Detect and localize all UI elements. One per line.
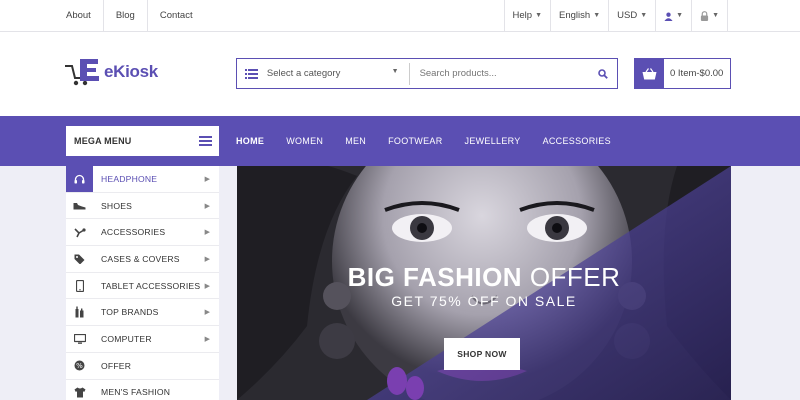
nav-men[interactable]: MEN (345, 136, 366, 146)
banner-title-light: OFFER (529, 262, 621, 292)
hero-banner: BIG FASHION OFFER GET 75% OFF ON SALE SH… (237, 166, 731, 400)
account-dropdown[interactable]: ▼ (656, 0, 693, 32)
sidebar-item-shoes[interactable]: SHOES ▶ (66, 193, 219, 220)
sidebar-item-label: TABLET ACCESSORIES (101, 280, 201, 291)
sidebar-item-label: OFFER (101, 360, 132, 371)
banner-title-bold: BIG FASHION (347, 262, 523, 292)
shirt-icon (66, 379, 93, 400)
svg-text:%: % (76, 362, 83, 370)
chevron-right-icon: ▶ (204, 282, 210, 290)
hamburger-icon (199, 136, 212, 146)
chevron-down-icon: ▼ (676, 12, 684, 19)
currency-dropdown[interactable]: USD ▼ (609, 0, 657, 32)
sidebar-item-label: CASES & COVERS (101, 253, 180, 264)
sidebar-item-label: TOP BRANDS (101, 307, 159, 318)
list-icon (237, 68, 267, 79)
contact-link[interactable]: Contact (148, 0, 205, 32)
cart-button[interactable]: 0 Item-$0.00 (634, 58, 731, 89)
sidebar-item-tablet-accessories[interactable]: TABLET ACCESSORIES ▶ (66, 273, 219, 300)
top-links: About Blog Contact (54, 0, 205, 32)
sidebar-item-accessories[interactable]: ACCESSORIES ▶ (66, 219, 219, 247)
main-nav: MEGA MENU HOME WOMEN MEN FOOTWEAR JEWELL… (0, 116, 800, 166)
bottles-icon (66, 299, 93, 326)
top-bar: About Blog Contact Help ▼ English ▼ USD … (0, 0, 800, 32)
category-sidebar: HEADPHONE ▶ SHOES ▶ ACCESSORIES ▶ CASES … (66, 165, 219, 400)
logo[interactable]: eKiosk (64, 57, 158, 87)
chevron-right-icon: ▶ (204, 202, 210, 210)
nav-jewellery[interactable]: JEWELLERY (465, 136, 521, 146)
logo-text: eKiosk (104, 62, 158, 81)
chevron-down-icon: ▼ (640, 12, 648, 19)
nav-home[interactable]: HOME (236, 136, 264, 146)
shoe-icon (66, 192, 93, 219)
sidebar-item-label: ACCESSORIES (101, 227, 166, 238)
chevron-right-icon: ▶ (204, 255, 210, 263)
cart-summary: 0 Item-$0.00 (670, 68, 724, 79)
sidebar-item-computer[interactable]: COMPUTER ▶ (66, 326, 219, 353)
mega-menu-label: MEGA MENU (74, 136, 132, 146)
category-select[interactable]: Select a category ▼ (267, 68, 409, 79)
banner-subtitle: GET 75% OFF ON SALE (391, 293, 577, 309)
sidebar-item-label: SHOES (101, 200, 133, 211)
accessories-icon (66, 219, 93, 246)
lock-icon (700, 11, 709, 21)
chevron-right-icon: ▶ (204, 175, 210, 183)
user-icon (664, 12, 673, 21)
search-icon (598, 68, 608, 79)
chevron-down-icon: ▼ (712, 12, 719, 19)
sidebar-item-offer[interactable]: % OFFER (66, 353, 219, 380)
currency-label: USD (617, 10, 638, 21)
search-bar: Select a category ▼ (236, 58, 618, 89)
top-dropdowns: Help ▼ English ▼ USD ▼ ▼ ▼ (503, 0, 728, 32)
nav-links: HOME WOMEN MEN FOOTWEAR JEWELLERY ACCESS… (236, 116, 633, 166)
tablet-icon (66, 272, 93, 299)
sidebar-item-cases-covers[interactable]: CASES & COVERS ▶ (66, 246, 219, 273)
chevron-down-icon: ▼ (593, 12, 601, 19)
sidebar-item-top-brands[interactable]: TOP BRANDS ▶ (66, 299, 219, 327)
mega-menu-toggle[interactable]: MEGA MENU (66, 126, 219, 156)
nav-accessories[interactable]: ACCESSORIES (543, 136, 611, 146)
headphone-icon (66, 165, 93, 193)
tag-icon (66, 246, 93, 273)
shop-now-button[interactable]: SHOP NOW (444, 338, 520, 370)
search-button[interactable] (589, 68, 617, 79)
sidebar-item-label: HEADPHONE (101, 173, 158, 184)
help-dropdown[interactable]: Help ▼ (505, 0, 552, 32)
about-link[interactable]: About (54, 0, 104, 32)
header: eKiosk Select a category ▼ 0 Item-$0.00 (0, 32, 800, 116)
chevron-right-icon: ▶ (204, 229, 210, 237)
search-divider (408, 62, 410, 85)
chevron-down-icon: ▼ (391, 68, 399, 75)
chevron-right-icon: ▶ (204, 309, 210, 317)
sidebar-item-headphone[interactable]: HEADPHONE ▶ (66, 165, 219, 193)
chevron-down-icon: ▼ (535, 12, 543, 19)
sidebar-item-label: MEN'S FASHION (101, 387, 171, 398)
blog-link[interactable]: Blog (104, 0, 148, 32)
monitor-icon (66, 326, 93, 353)
language-label: English (559, 10, 591, 21)
sidebar-item-mens-fashion[interactable]: MEN'S FASHION (66, 380, 219, 400)
nav-women[interactable]: WOMEN (286, 136, 323, 146)
banner-title: BIG FASHION OFFER (237, 262, 731, 293)
search-input[interactable] (419, 68, 590, 79)
basket-icon (634, 58, 664, 89)
nav-footwear[interactable]: FOOTWEAR (388, 136, 442, 146)
offer-icon: % (66, 352, 93, 379)
cart-logo-icon (65, 59, 99, 86)
chevron-right-icon: ▶ (204, 335, 210, 343)
category-select-label: Select a category (266, 68, 341, 79)
login-dropdown[interactable]: ▼ (692, 0, 728, 32)
help-label: Help (512, 10, 533, 21)
language-dropdown[interactable]: English ▼ (551, 0, 610, 32)
sidebar-item-label: COMPUTER (101, 333, 152, 344)
